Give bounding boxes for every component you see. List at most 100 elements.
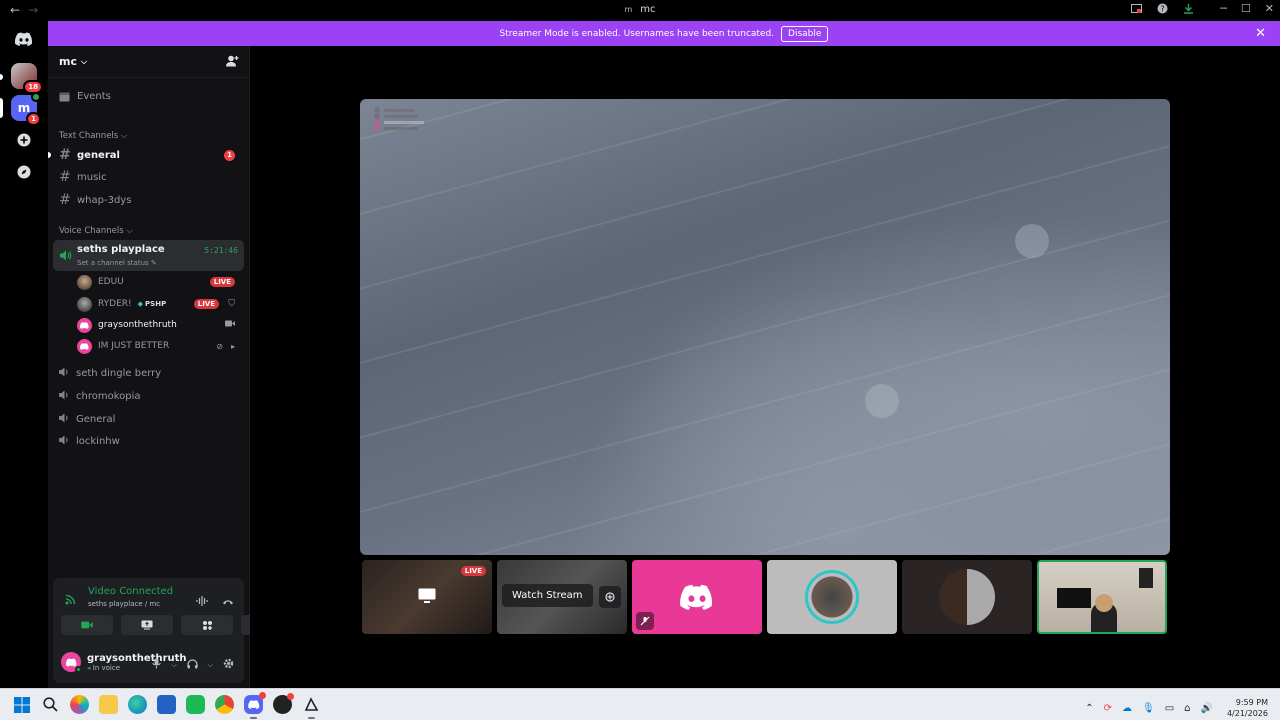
channel-music[interactable]: # music xyxy=(59,167,241,187)
noise-suppression-icon[interactable] xyxy=(196,591,208,610)
channel-general[interactable]: # general 1 xyxy=(59,145,241,165)
voice-channel-seth-dingle-berry[interactable]: seth dingle berry xyxy=(59,363,241,383)
screenshare-button[interactable] xyxy=(121,615,173,635)
voice-status-title[interactable]: Video Connected xyxy=(88,586,173,597)
avatar xyxy=(77,338,92,354)
network-icon[interactable]: ⌂ xyxy=(1184,703,1190,714)
avatar xyxy=(61,652,82,673)
disconnect-icon[interactable] xyxy=(222,591,234,610)
chevron-down-icon[interactable]: ⌵ xyxy=(208,661,213,670)
download-icon[interactable] xyxy=(1182,3,1194,15)
channel-label: General xyxy=(76,413,116,425)
channel-sidebar: mc ⌵ Events Text Channels ⌵ # general 1 … xyxy=(48,46,293,688)
voice-user-im-just-better[interactable]: IM JUST BETTER ⊘ ▸ xyxy=(77,337,241,355)
voice-status-subtitle[interactable]: seths playplace / mc xyxy=(88,600,160,608)
search-icon[interactable] xyxy=(41,695,60,714)
volume-icon[interactable]: 🔊 xyxy=(1201,703,1213,714)
voice-user-eduu[interactable]: EDUU LIVE xyxy=(77,273,241,291)
stream-tile-ryder[interactable]: Watch Stream xyxy=(497,560,627,634)
chevron-up-icon[interactable]: ⌃ xyxy=(1085,703,1093,714)
video-background xyxy=(1139,568,1153,588)
add-member-icon[interactable] xyxy=(226,55,239,70)
clock-date: 4/21/2026 xyxy=(1226,709,1268,718)
clock[interactable]: 9:59 PM 4/21/2026 xyxy=(1227,697,1268,719)
taskbar-apps xyxy=(12,692,321,719)
tile-im-just-better[interactable] xyxy=(632,560,762,634)
channel-whap-3dys[interactable]: # whap-3dys xyxy=(59,190,241,210)
system-tray: ⌃ ⟳ ☁ 🎙 ▭ ⌂ 🔊 9:59 PM 4/21/2026 xyxy=(1085,697,1268,719)
video-camera-icon xyxy=(225,320,235,330)
forward-arrow-icon[interactable]: → xyxy=(28,3,38,17)
voice-channel-lockinhw[interactable]: lockinhw xyxy=(59,431,241,451)
headphones-icon[interactable] xyxy=(187,658,198,672)
server-icon-1[interactable]: 18 xyxy=(11,63,43,94)
display-icon[interactable]: ▭ xyxy=(1165,703,1174,714)
voice-user-ryder[interactable]: RYDER! ◆ PSHP LIVE ⛉ xyxy=(77,295,241,313)
add-server-button[interactable] xyxy=(11,127,37,153)
server-header[interactable]: mc ⌵ xyxy=(48,46,249,78)
tile-ryder-avatar[interactable] xyxy=(767,560,897,634)
live-badge: LIVE xyxy=(193,299,219,309)
activities-button[interactable] xyxy=(181,615,233,635)
help-icon[interactable]: ? xyxy=(1156,3,1168,15)
streamer-mode-banner: Streamer Mode is enabled. Usernames have… xyxy=(48,21,1280,46)
file-explorer-icon[interactable] xyxy=(99,695,118,714)
voice-channel-seths-playplace[interactable]: seths playplace Set a channel status ✎ 5… xyxy=(53,240,244,271)
home-button[interactable] xyxy=(11,26,37,52)
discover-button[interactable] xyxy=(11,159,37,185)
app-icon[interactable] xyxy=(273,693,294,714)
voice-user-graysonthethruth[interactable]: graysonthethruth xyxy=(77,316,241,334)
calendar-icon xyxy=(59,92,70,102)
disable-button[interactable]: Disable xyxy=(781,25,829,42)
microphone-icon[interactable]: 🎙 xyxy=(1142,703,1155,714)
maximize-icon[interactable]: ☐ xyxy=(1241,2,1251,15)
video-tile-graysonthethruth[interactable] xyxy=(1037,560,1167,634)
voice-channels-category[interactable]: Voice Channels ⌵ xyxy=(59,226,133,236)
sync-icon[interactable]: ⟳ xyxy=(1104,703,1112,714)
close-banner-icon[interactable]: ✕ xyxy=(1255,26,1266,41)
microphone-icon[interactable] xyxy=(152,658,162,672)
guild-tag: ◆ PSHP xyxy=(138,300,167,308)
channel-label: music xyxy=(77,171,107,183)
chevron-down-icon[interactable]: ⌵ xyxy=(171,661,176,670)
copilot-icon[interactable] xyxy=(70,695,89,714)
server-mc-badge: 1 xyxy=(26,112,41,126)
video-background xyxy=(1057,588,1091,608)
edge-icon[interactable] xyxy=(128,695,147,714)
discord-taskbar-icon[interactable] xyxy=(244,692,266,719)
windows-start-icon[interactable] xyxy=(12,695,31,714)
watch-stream-button[interactable]: Watch Stream xyxy=(502,584,593,607)
tag-icon: ◆ xyxy=(137,300,144,308)
speaker-icon xyxy=(59,389,70,403)
close-window-icon[interactable]: ✕ xyxy=(1265,2,1274,15)
channel-status[interactable]: Set a channel status ✎ xyxy=(77,259,157,267)
store-icon[interactable] xyxy=(157,695,176,714)
steam-icon[interactable] xyxy=(302,695,321,719)
spotify-icon[interactable] xyxy=(186,695,205,714)
plus-icon xyxy=(17,133,31,147)
tile-eduu-avatar[interactable] xyxy=(902,560,1032,634)
events-item[interactable]: Events xyxy=(59,91,111,102)
focused-stream[interactable] xyxy=(360,99,1170,555)
voice-timer: 5:21:46 xyxy=(204,246,238,255)
hash-icon: # xyxy=(59,192,71,208)
back-arrow-icon[interactable]: ← xyxy=(10,3,20,17)
add-stream-button[interactable] xyxy=(599,586,621,608)
title-bar: ← → m mc ? ─ ☐ ✕ xyxy=(0,0,1280,21)
camera-button[interactable] xyxy=(61,615,113,635)
chevron-down-icon: ⌵ xyxy=(126,226,133,236)
settings-gear-icon[interactable] xyxy=(223,658,234,672)
avatar xyxy=(77,274,92,290)
signal-icon[interactable] xyxy=(65,590,77,609)
minimize-icon[interactable]: ─ xyxy=(1220,2,1227,15)
text-channels-category[interactable]: Text Channels ⌵ xyxy=(59,131,127,141)
compass-icon xyxy=(17,165,31,179)
chrome-icon[interactable] xyxy=(215,695,234,714)
voice-channel-general[interactable]: General xyxy=(59,409,241,429)
cloud-icon[interactable]: ☁ xyxy=(1122,703,1132,714)
server-icon-mc[interactable]: m 1 xyxy=(11,92,41,126)
notification-dot-icon xyxy=(259,692,266,699)
stream-tile-eduu[interactable]: LIVE xyxy=(362,560,492,634)
voice-channel-chromokopia[interactable]: chromokopia xyxy=(59,386,241,406)
inbox-icon[interactable] xyxy=(1130,3,1142,15)
